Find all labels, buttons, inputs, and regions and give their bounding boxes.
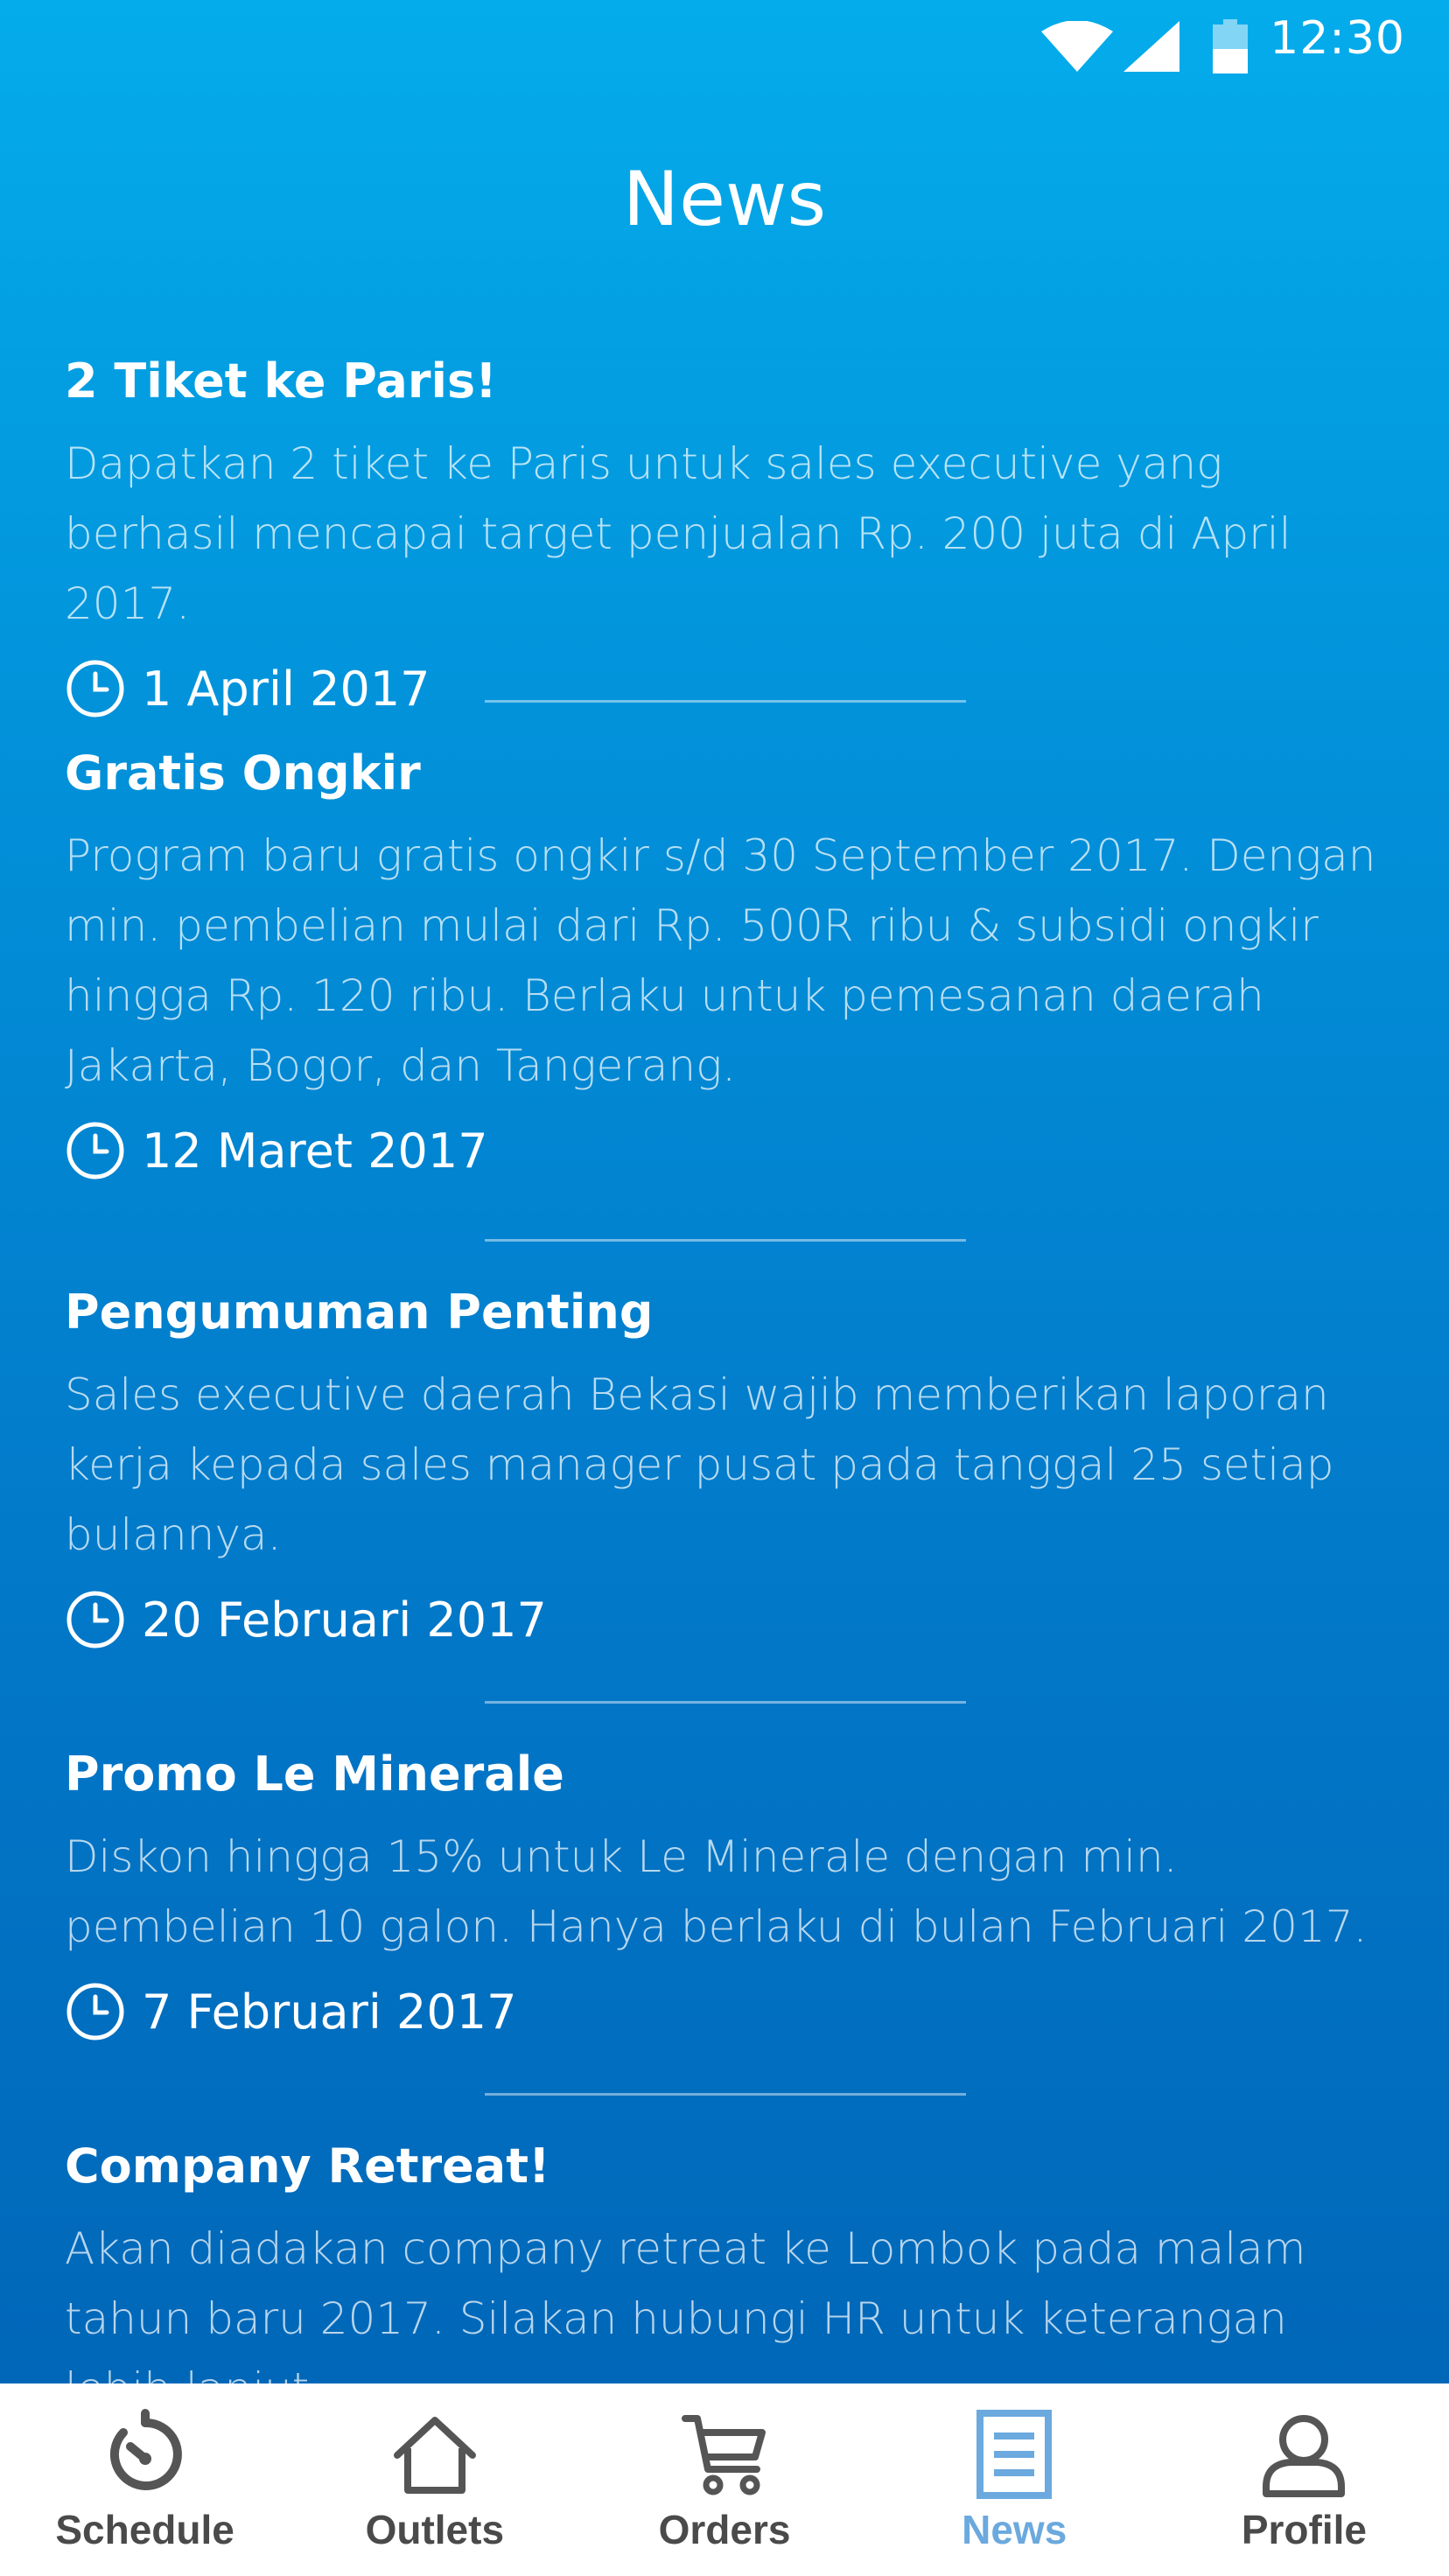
divider [485,1701,966,1704]
cart-icon [682,2415,766,2496]
news-date-row: 1 April 2017 [65,658,1395,719]
news-item[interactable]: Gratis Ongkir Program baru gratis ongkir… [65,746,1395,1181]
news-item[interactable]: Company Retreat! Akan diadakan company r… [65,2138,1395,2424]
news-title: 2 Tiket ke Paris! [65,354,497,409]
news-title: Promo Le Minerale [65,1746,564,1802]
wifi-icon [1041,21,1113,72]
nav-item-orders[interactable]: Orders [579,2384,869,2576]
news-date-row: 12 Maret 2017 [65,1120,1395,1181]
news-body: Diskon hingga 15% untuk Le Minerale deng… [65,1831,1368,1952]
news-date: 12 Maret 2017 [142,1123,488,1179]
news-item[interactable]: Promo Le Minerale Diskon hingga 15% untu… [65,1746,1395,2042]
nav-item-schedule[interactable]: Schedule [0,2384,290,2576]
home-icon [393,2417,476,2494]
battery-icon [1213,19,1248,74]
nav-item-profile[interactable]: Profile [1159,2384,1449,2576]
page-title: News [622,156,827,243]
nav-label: News [962,2507,1068,2552]
news-title: Pengumuman Penting [65,1284,654,1340]
news-body: Dapatkan 2 tiket ke Paris untuk sales ex… [65,438,1292,629]
clock-icon [66,1591,124,1648]
clock-icon [66,660,124,718]
news-item[interactable]: 2 Tiket ke Paris! Dapatkan 2 tiket ke Pa… [65,354,1395,719]
news-body: Program baru gratis ongkir s/d 30 Septem… [65,830,1376,1091]
nav-item-news[interactable]: News [870,2384,1159,2576]
news-date: 20 Februari 2017 [142,1592,547,1648]
divider [485,2093,966,2096]
nav-label: Outlets [365,2507,505,2552]
status-time: 12:30 [1270,12,1405,65]
news-date: 1 April 2017 [142,661,430,717]
status-bar: 12:30 [0,0,1449,88]
news-date: 7 Februari 2017 [142,1984,517,2040]
news-item[interactable]: Pengumuman Penting Sales executive daera… [65,1284,1395,1650]
news-title: Gratis Ongkir [65,746,421,801]
nav-item-outlets[interactable]: Outlets [290,2384,579,2576]
news-date-row: 20 Februari 2017 [65,1589,1395,1650]
news-icon [976,2410,1053,2499]
divider [485,700,966,703]
schedule-icon [109,2409,182,2490]
nav-label: Profile [1241,2507,1367,2552]
signal-icon [1124,21,1180,72]
nav-label: Schedule [55,2507,234,2552]
clock-icon [66,1122,124,1180]
clock-icon [66,1983,124,2040]
news-title: Company Retreat! [65,2138,550,2194]
profile-icon [1263,2415,1346,2497]
bottom-nav: Schedule Outlets Orders News Profile [0,2384,1449,2576]
nav-label: Orders [658,2507,791,2552]
news-body: Sales executive daerah Bekasi wajib memb… [65,1369,1334,1560]
news-date-row: 7 Februari 2017 [65,1981,1395,2042]
divider [485,1239,966,1242]
